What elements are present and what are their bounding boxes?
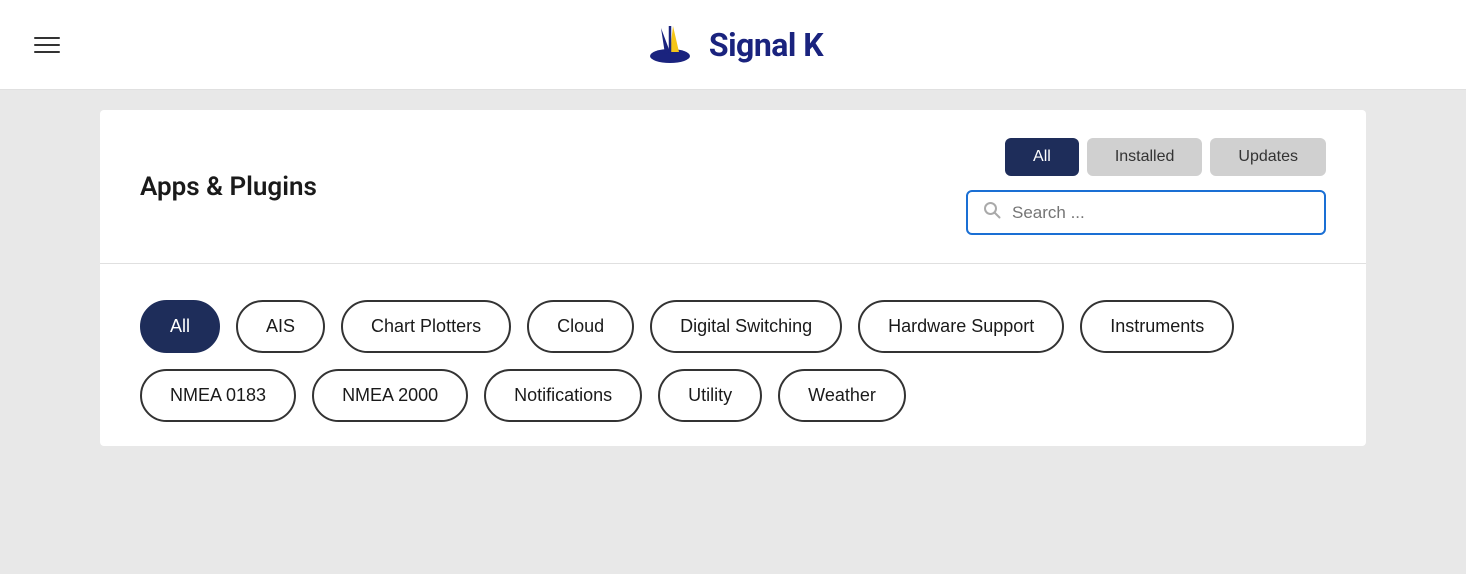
- tab-updates[interactable]: Updates: [1210, 138, 1326, 176]
- tab-all[interactable]: All: [1005, 138, 1079, 176]
- logo-area: Signal K: [643, 18, 823, 72]
- filter-right: All Installed Updates: [966, 138, 1326, 235]
- category-section: All AIS Chart Plotters Cloud Digital Swi…: [100, 264, 1366, 446]
- filter-bar: Apps & Plugins All Installed Updates: [100, 110, 1366, 264]
- hamburger-line-2: [34, 44, 60, 46]
- category-chip-hardware-support[interactable]: Hardware Support: [858, 300, 1064, 353]
- tab-installed[interactable]: Installed: [1087, 138, 1203, 176]
- category-chip-all[interactable]: All: [140, 300, 220, 353]
- category-chip-utility[interactable]: Utility: [658, 369, 762, 422]
- category-chip-instruments[interactable]: Instruments: [1080, 300, 1234, 353]
- page-title: Apps & Plugins: [140, 172, 317, 202]
- category-chip-ais[interactable]: AIS: [236, 300, 325, 353]
- category-chip-cloud[interactable]: Cloud: [527, 300, 634, 353]
- category-chip-weather[interactable]: Weather: [778, 369, 906, 422]
- category-chip-chart-plotters[interactable]: Chart Plotters: [341, 300, 511, 353]
- category-chip-notifications[interactable]: Notifications: [484, 369, 642, 422]
- hamburger-line-3: [34, 51, 60, 53]
- content-card: Apps & Plugins All Installed Updates: [100, 110, 1366, 446]
- search-box: [966, 190, 1326, 235]
- app-header: Signal K: [0, 0, 1466, 90]
- category-chip-nmea-0183[interactable]: NMEA 0183: [140, 369, 296, 422]
- search-input[interactable]: [1012, 203, 1310, 223]
- hamburger-line-1: [34, 37, 60, 39]
- category-chip-nmea-2000[interactable]: NMEA 2000: [312, 369, 468, 422]
- logo-icon: [643, 18, 697, 72]
- main-content: Apps & Plugins All Installed Updates: [0, 90, 1466, 466]
- tab-buttons: All Installed Updates: [1005, 138, 1326, 176]
- search-icon: [982, 200, 1002, 225]
- logo-text: Signal K: [709, 26, 823, 64]
- category-chip-digital-switching[interactable]: Digital Switching: [650, 300, 842, 353]
- hamburger-button[interactable]: [28, 31, 66, 59]
